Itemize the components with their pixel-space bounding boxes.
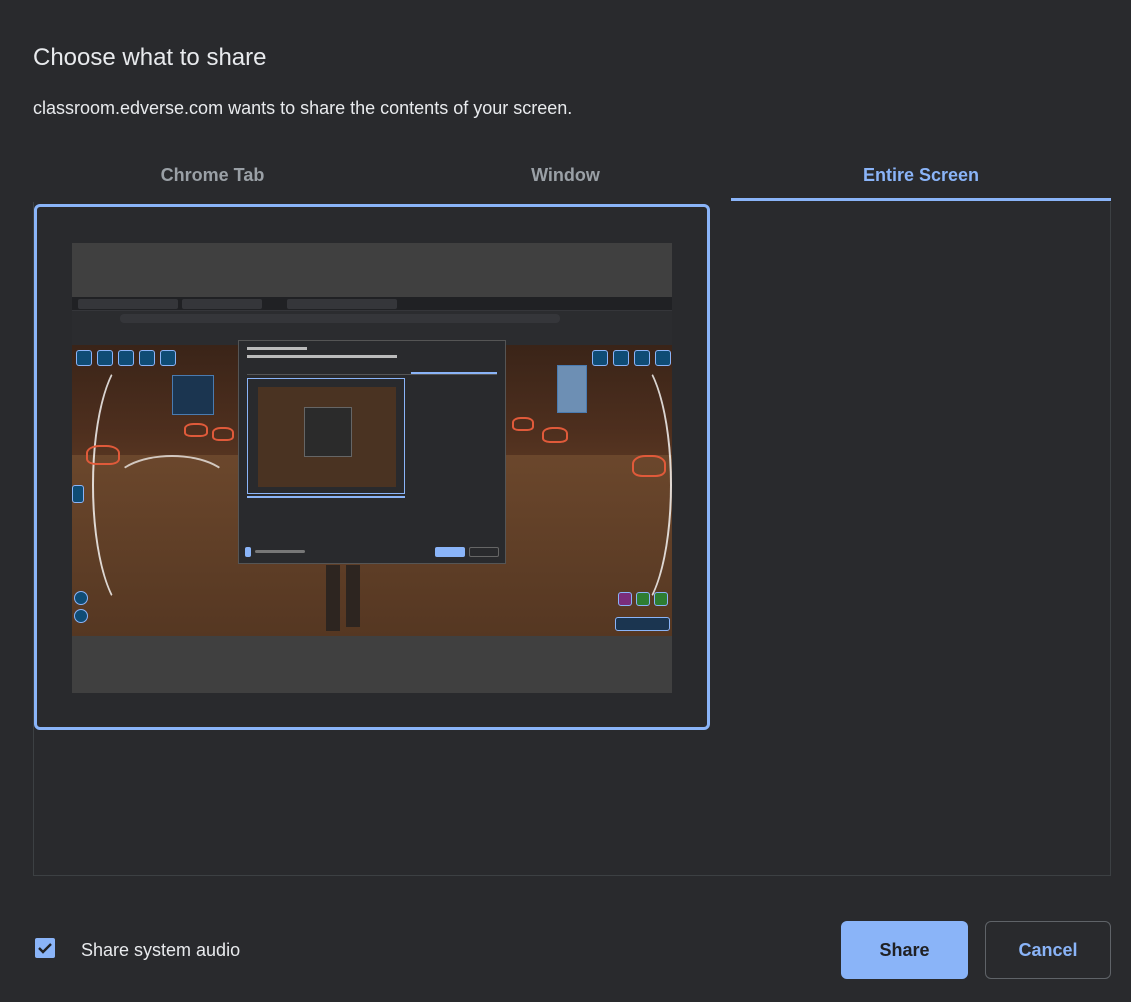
thumbnail-chair (632, 455, 666, 477)
source-tabs: Chrome Tab Window Entire Screen (33, 148, 1111, 202)
nested-tab-indicator (411, 372, 497, 374)
nested-checkbox (245, 547, 251, 557)
thumbnail-chair (86, 445, 120, 465)
thumbnail-toolbar-icon (634, 350, 650, 366)
thumbnail-browser-tab (182, 299, 262, 309)
thumbnail-avatar-leg (346, 565, 360, 627)
thumbnail-toolbar-icon (97, 350, 113, 366)
nested-tile-border (247, 496, 405, 498)
cancel-button[interactable]: Cancel (985, 921, 1111, 979)
thumbnail-light-arc (592, 355, 672, 615)
thumbnail-display-panel (557, 365, 587, 413)
thumbnail-chair (512, 417, 534, 431)
thumbnail-toolbar-icon (160, 350, 176, 366)
nested-share-button (435, 547, 465, 557)
checkmark-icon (38, 943, 52, 954)
tab-window[interactable]: Window (386, 148, 745, 202)
thumbnail-side-icon (636, 592, 650, 606)
thumbnail-toolbar-icon (139, 350, 155, 366)
nested-audio-label (255, 550, 305, 553)
thumbnail-display-panel (172, 375, 214, 415)
nested-title (247, 347, 307, 350)
dialog-title: Choose what to share (33, 44, 267, 71)
thumbnail-chair (184, 423, 208, 437)
thumbnail-toolbar-icon (592, 350, 608, 366)
nested-cancel-button (469, 547, 499, 557)
tab-chrome-tab[interactable]: Chrome Tab (33, 148, 392, 202)
share-button[interactable]: Share (841, 921, 968, 979)
thumbnail-letterbox-bottom (72, 636, 672, 693)
share-audio-label[interactable]: Share system audio (81, 940, 240, 961)
thumbnail-browser-tab (287, 299, 397, 309)
thumbnail-toolbar-icon (118, 350, 134, 366)
thumbnail-nested-dialog (238, 340, 506, 564)
nested-thumbnail (258, 387, 396, 487)
selected-tab-indicator (731, 198, 1111, 201)
thumbnail-chair (542, 427, 568, 443)
nested-tab-divider (247, 374, 497, 375)
tab-entire-screen[interactable]: Entire Screen (731, 148, 1111, 202)
source-panel (33, 202, 1111, 876)
thumbnail-side-icon (654, 592, 668, 606)
screen-thumbnail (72, 243, 672, 693)
nested-screen-tile (247, 378, 405, 494)
thumbnail-address-bar (120, 314, 560, 323)
entire-screen-tile[interactable] (34, 204, 710, 730)
nested-inner-dialog (304, 407, 352, 457)
dialog-subtitle: classroom.edverse.com wants to share the… (33, 98, 573, 118)
thumbnail-toolbar-icon (613, 350, 629, 366)
share-audio-checkbox[interactable] (35, 938, 55, 958)
thumbnail-toolbar-icon (655, 350, 671, 366)
thumbnail-browser-tab (78, 299, 178, 309)
thumbnail-side-icon (72, 485, 84, 503)
thumbnail-side-icon (74, 609, 88, 623)
thumbnail-avatar-leg (326, 565, 340, 631)
thumbnail-leave-button (615, 617, 670, 631)
thumbnail-toolbar-icon (76, 350, 92, 366)
thumbnail-side-icon (618, 592, 632, 606)
thumbnail-side-icon (74, 591, 88, 605)
share-dialog: Choose what to share classroom.edverse.c… (0, 0, 1131, 1002)
nested-subtitle (247, 355, 397, 358)
thumbnail-chair (212, 427, 234, 441)
thumbnail-light-arc (112, 455, 232, 515)
thumbnail-letterbox-top (72, 243, 672, 297)
